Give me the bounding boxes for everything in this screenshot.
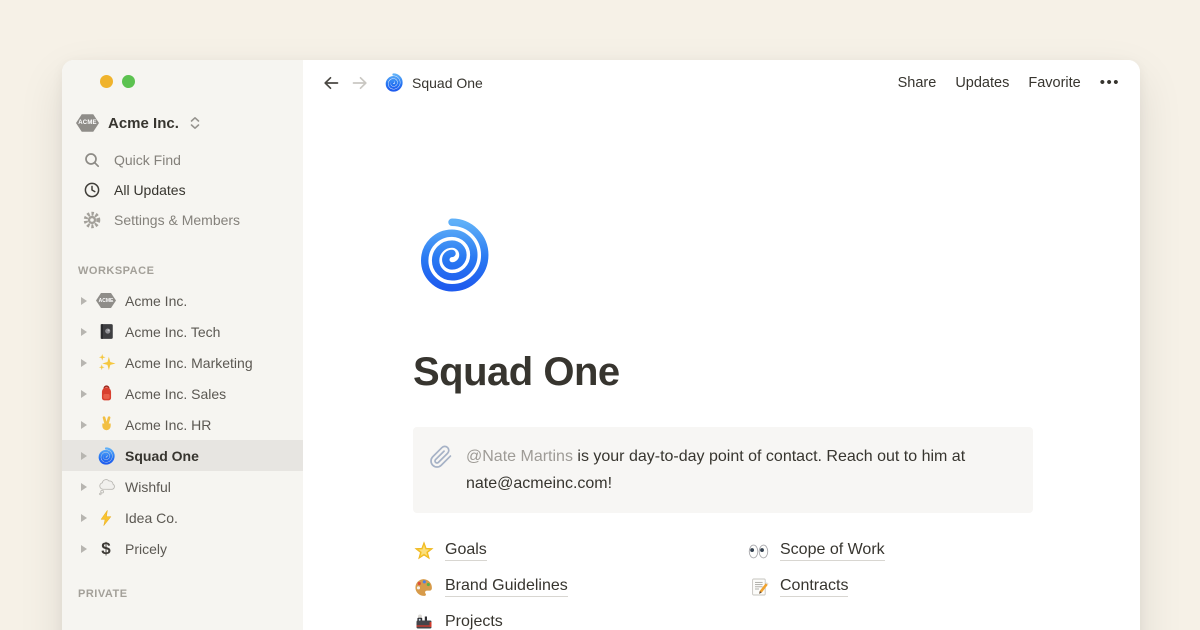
expand-toggle-icon[interactable] <box>81 421 87 429</box>
cyclone-spiral-icon <box>97 447 115 465</box>
minimize-window-button[interactable] <box>100 75 113 88</box>
favorite-button[interactable]: Favorite <box>1028 75 1080 91</box>
more-options-button[interactable]: ••• <box>1100 74 1120 91</box>
sidebar-page-acme-sales[interactable]: Acme Inc. Sales <box>62 378 303 409</box>
expand-toggle-icon[interactable] <box>81 297 87 305</box>
zoom-window-button[interactable] <box>122 75 135 88</box>
main-panel: Squad One Share Updates Favorite ••• Squ… <box>303 60 1140 630</box>
gear-icon <box>83 211 101 229</box>
paperclip-icon <box>429 445 453 469</box>
thought-cloud-icon <box>97 477 116 496</box>
topbar-actions: Share Updates Favorite ••• <box>898 74 1120 91</box>
forward-button[interactable] <box>350 73 370 93</box>
sidebar-item-settings-members[interactable]: Settings & Members <box>62 205 303 235</box>
sidebar-page-idea-co[interactable]: Idea Co. <box>62 502 303 533</box>
sidebar-page-acme-marketing[interactable]: Acme Inc. Marketing <box>62 347 303 378</box>
page-link-label: Projects <box>445 613 503 630</box>
page-label: Acme Inc. Sales <box>125 386 226 402</box>
back-button[interactable] <box>321 73 341 93</box>
star-icon <box>414 541 434 561</box>
page-link-label: Goals <box>445 541 487 561</box>
expand-toggle-icon[interactable] <box>81 328 87 336</box>
chevron-updown-icon <box>188 115 202 131</box>
sidebar-page-acme-inc[interactable]: ACME Acme Inc. <box>62 285 303 316</box>
cyclone-spiral-icon <box>384 73 403 92</box>
memo-pencil-icon <box>749 577 769 597</box>
page-links-grid: Goals Scope of Work <box>413 533 1140 630</box>
callout-text: @Nate Martins is your day-to-day point o… <box>466 443 1006 497</box>
lightning-icon <box>97 509 115 527</box>
backpack-icon <box>97 384 116 403</box>
page-link-projects[interactable]: Projects <box>413 613 748 630</box>
sidebar-item-label: All Updates <box>114 182 186 198</box>
locomotive-icon <box>414 613 434 630</box>
acme-logo-icon: ACME <box>76 113 99 133</box>
page-link-contracts[interactable]: Contracts <box>748 577 1140 598</box>
expand-toggle-icon[interactable] <box>81 452 87 460</box>
sidebar-page-squad-one[interactable]: Squad One <box>62 440 303 471</box>
expand-toggle-icon[interactable] <box>81 483 87 491</box>
page-link-label: Contracts <box>780 577 848 597</box>
expand-toggle-icon[interactable] <box>81 514 87 522</box>
eyes-icon <box>748 544 769 559</box>
clock-icon <box>83 181 101 199</box>
acme-logo-icon: ACME <box>96 292 116 309</box>
sidebar-page-pricely[interactable]: $ Pricely <box>62 533 303 564</box>
topbar: Squad One Share Updates Favorite ••• <box>303 60 1140 105</box>
palette-icon <box>413 577 434 598</box>
sidebar-page-acme-hr[interactable]: Acme Inc. HR <box>62 409 303 440</box>
expand-toggle-icon[interactable] <box>81 359 87 367</box>
breadcrumb-page-title[interactable]: Squad One <box>412 75 483 91</box>
page-breadcrumb-icon <box>383 73 403 93</box>
sidebar-item-quick-find[interactable]: Quick Find <box>62 145 303 175</box>
updates-button[interactable]: Updates <box>955 75 1009 91</box>
sidebar-page-acme-tech[interactable]: Acme Inc. Tech <box>62 316 303 347</box>
share-button[interactable]: Share <box>898 75 937 91</box>
page-link-goals[interactable]: Goals <box>413 541 748 562</box>
page-label: Pricely <box>125 541 167 557</box>
notebook-icon <box>97 322 116 341</box>
page-link-label: Brand Guidelines <box>445 577 568 597</box>
workspace-switcher[interactable]: ACME Acme Inc. <box>62 110 303 136</box>
page-icon-cyclone[interactable] <box>413 216 491 294</box>
search-icon <box>83 151 101 169</box>
dollar-icon: $ <box>101 540 110 557</box>
sidebar-item-label: Settings & Members <box>114 212 240 228</box>
sparkles-icon <box>97 353 116 372</box>
page-label: Acme Inc. Marketing <box>125 355 253 371</box>
workspace-switcher-label: Acme Inc. <box>108 115 179 132</box>
arrow-right-icon <box>350 73 370 93</box>
page-label: Acme Inc. Tech <box>125 324 220 340</box>
page-link-brand-guidelines[interactable]: Brand Guidelines <box>413 577 748 598</box>
workspace-section-label: WORKSPACE <box>78 265 303 279</box>
user-mention[interactable]: @Nate Martins <box>466 448 573 465</box>
page-content: Squad One @Nate Martins is your day-to-d… <box>303 216 1140 630</box>
page-label: Squad One <box>125 448 199 464</box>
page-link-scope-of-work[interactable]: Scope of Work <box>748 541 1140 562</box>
page-label: Wishful <box>125 479 171 495</box>
close-window-button[interactable] <box>78 75 91 88</box>
page-label: Idea Co. <box>125 510 178 526</box>
arrow-left-icon <box>321 73 341 93</box>
sidebar-item-all-updates[interactable]: All Updates <box>62 175 303 205</box>
page-title[interactable]: Squad One <box>413 348 1140 396</box>
expand-toggle-icon[interactable] <box>81 545 87 553</box>
expand-toggle-icon[interactable] <box>81 390 87 398</box>
app-window: ACME Acme Inc. Quick Find All Upda <box>62 60 1140 630</box>
sidebar: ACME Acme Inc. Quick Find All Upda <box>62 60 303 630</box>
callout-block[interactable]: @Nate Martins is your day-to-day point o… <box>413 427 1033 513</box>
victory-hand-icon <box>97 415 116 434</box>
workspace-tree: ACME Acme Inc. Acme Inc. Tech <box>62 285 303 564</box>
page-label: Acme Inc. <box>125 293 187 309</box>
sidebar-top-nav: Quick Find All Updates Settings & Member… <box>62 145 303 235</box>
sidebar-item-label: Quick Find <box>114 152 181 168</box>
window-controls <box>62 60 303 88</box>
page-link-label: Scope of Work <box>780 541 885 561</box>
cyclone-spiral-icon <box>413 216 491 294</box>
sidebar-page-wishful[interactable]: Wishful <box>62 471 303 502</box>
page-label: Acme Inc. HR <box>125 417 211 433</box>
private-section-label: PRIVATE <box>78 588 303 602</box>
